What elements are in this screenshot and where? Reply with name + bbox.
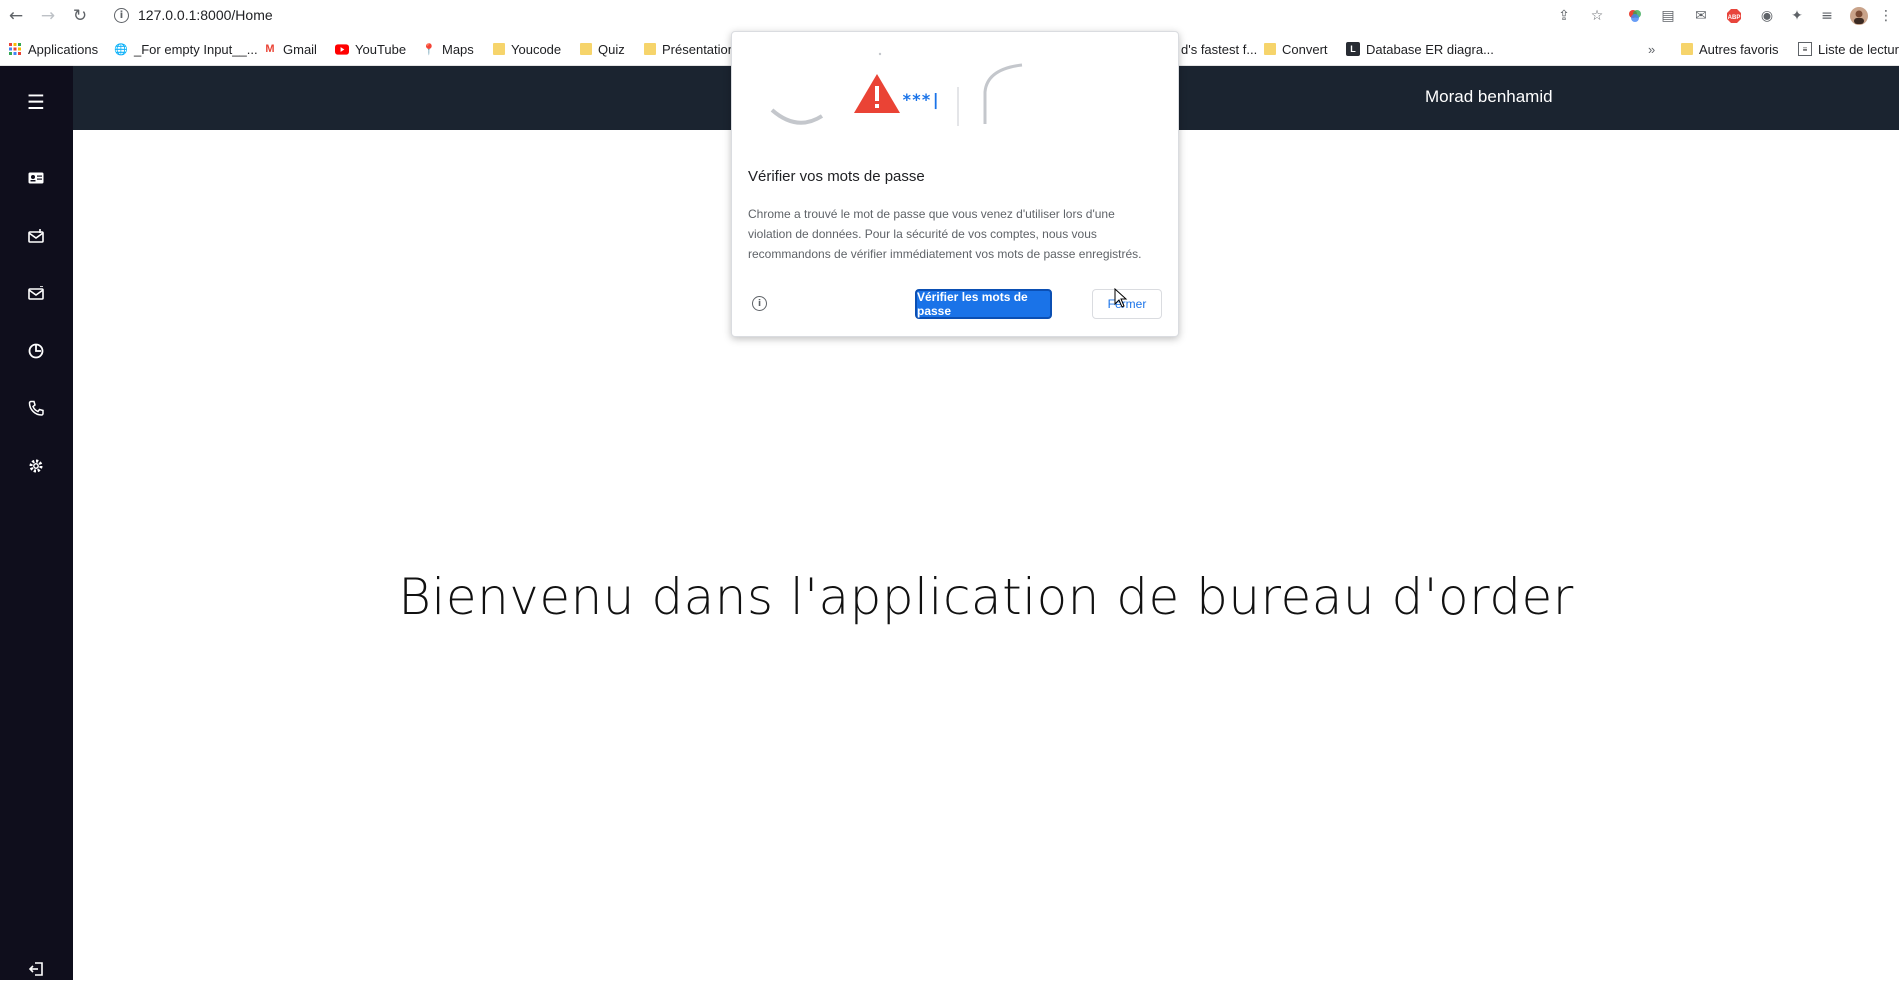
reading-list-button[interactable]: ≡ Liste de lecture	[1798, 39, 1899, 59]
folder-icon	[644, 43, 656, 55]
reload-icon[interactable]: ↻	[68, 4, 92, 28]
bookmark-label: Gmail	[283, 41, 317, 57]
profile-avatar-icon[interactable]	[1849, 6, 1869, 26]
bookmark-database-er[interactable]: L Database ER diagra...	[1346, 39, 1494, 59]
bookmark-other-favorites[interactable]: Autres favoris	[1681, 39, 1778, 59]
site-info-icon[interactable]: i	[114, 8, 129, 23]
bookmark-presentation[interactable]: Présentation	[644, 39, 735, 59]
app-sidebar: ☰	[0, 66, 73, 980]
bookmark-youtube[interactable]: YouTube	[335, 39, 406, 59]
mail-in-icon[interactable]	[22, 222, 50, 250]
dialog-body: Chrome a trouvé le mot de passe que vous…	[748, 207, 1142, 261]
bookmark-label: Database ER diagra...	[1366, 41, 1494, 57]
globe-icon: 🌐	[114, 43, 128, 56]
phone-icon[interactable]	[22, 394, 50, 422]
bookmark-label: d's fastest f...	[1181, 41, 1258, 57]
bookmark-gmail[interactable]: M Gmail	[263, 39, 317, 59]
bookmark-youcode[interactable]: Youcode	[493, 39, 561, 59]
id-card-icon[interactable]	[22, 164, 50, 192]
bookmark-label: Présentation	[662, 41, 735, 57]
media-list-icon[interactable]: ≡	[1817, 6, 1837, 26]
bookmark-empty-input[interactable]: 🌐 _For empty Input__...	[114, 39, 258, 59]
folder-icon	[1264, 43, 1276, 55]
password-breach-illustration: ***|	[732, 32, 1178, 152]
reading-list-icon: ≡	[1798, 42, 1812, 56]
adblock-icon[interactable]: ABP	[1724, 6, 1744, 26]
bookmark-quiz[interactable]: Quiz	[580, 39, 625, 59]
bookmark-convert[interactable]: Convert	[1264, 39, 1328, 59]
password-mask-text: ***|	[902, 90, 941, 110]
calendar-extension-icon[interactable]: ▤	[1658, 6, 1678, 26]
lucid-icon: L	[1346, 42, 1360, 56]
bookmark-maps[interactable]: 📍 Maps	[422, 39, 474, 59]
bookmark-label: YouTube	[355, 41, 407, 57]
youtube-icon	[335, 42, 349, 56]
address-bar-row: ← → ↻ i 127.0.0.1:8000/Home ⇪ ☆ ▤ ✉ ABP …	[0, 0, 1899, 32]
mail-extension-icon[interactable]: ✉	[1691, 6, 1711, 26]
bookmark-label: _For empty Input__...	[134, 41, 258, 57]
bookmark-fastest[interactable]: d's fastest f...	[1181, 39, 1257, 59]
chart-pie-icon[interactable]	[22, 337, 50, 365]
dialog-info-icon[interactable]: i	[752, 296, 767, 311]
mail-out-icon[interactable]	[22, 279, 50, 307]
logout-icon[interactable]	[22, 955, 50, 983]
share-icon[interactable]: ⇪	[1554, 6, 1574, 26]
bookmark-label: Maps	[442, 41, 474, 57]
bookmark-label: Autres favoris	[1699, 41, 1779, 57]
settings-icon[interactable]	[22, 452, 50, 480]
dialog-title: Vérifier vos mots de passe	[748, 168, 925, 185]
folder-icon	[1681, 43, 1693, 55]
check-passwords-button[interactable]: Vérifier les mots de passe	[915, 289, 1052, 319]
folder-icon	[580, 43, 592, 55]
puzzle-extensions-icon[interactable]: ✦	[1787, 6, 1807, 26]
bookmark-applications[interactable]: Applications	[8, 39, 98, 59]
bookmark-label: Quiz	[598, 41, 625, 57]
folder-icon	[493, 43, 505, 55]
bookmark-label: Liste de lecture	[1818, 41, 1899, 57]
mouse-cursor-icon	[1114, 288, 1128, 308]
svg-text:ABP: ABP	[1728, 15, 1741, 21]
camera-extension-icon[interactable]: ◉	[1757, 6, 1777, 26]
bookmark-label: Youcode	[511, 41, 562, 57]
menu-icon[interactable]: ☰	[22, 88, 50, 116]
gmail-icon: M	[265, 43, 275, 55]
bookmarks-overflow-icon[interactable]: »	[1648, 39, 1655, 59]
user-name[interactable]: Morad benhamid	[1425, 87, 1553, 107]
bookmark-label: Convert	[1282, 41, 1328, 57]
apps-grid-icon	[8, 42, 22, 56]
chrome-menu-icon[interactable]: ⋮	[1876, 6, 1896, 26]
maps-pin-icon: 📍	[422, 43, 436, 56]
url-field[interactable]: 127.0.0.1:8000/Home	[138, 7, 273, 23]
password-check-dialog: ***| Vérifier vos mots de passe Chrome a…	[731, 31, 1179, 337]
color-extension-icon[interactable]	[1625, 6, 1645, 26]
welcome-heading: Bienvenu dans l'application de bureau d'…	[398, 568, 1574, 626]
forward-arrow-icon[interactable]: →	[36, 4, 60, 28]
back-arrow-icon[interactable]: ←	[4, 4, 28, 28]
bookmark-label: Applications	[28, 41, 99, 57]
bookmark-star-icon[interactable]: ☆	[1587, 6, 1607, 26]
